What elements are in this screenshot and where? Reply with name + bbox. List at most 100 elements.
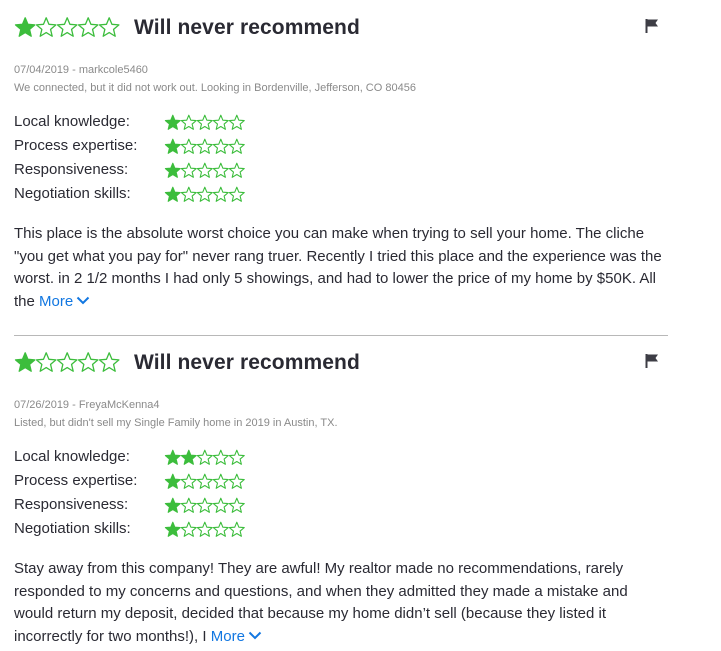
review-header: Will never recommend bbox=[14, 14, 668, 44]
star-filled-icon bbox=[164, 162, 181, 178]
star-filled-icon bbox=[164, 473, 181, 489]
star-empty-icon bbox=[35, 17, 57, 37]
rating-stars bbox=[164, 520, 246, 538]
star-filled-icon bbox=[164, 521, 181, 537]
flag-icon[interactable] bbox=[644, 353, 660, 369]
more-label: More bbox=[39, 292, 74, 310]
star-empty-icon bbox=[228, 449, 245, 465]
review-header: Will never recommend bbox=[14, 349, 668, 379]
star-empty-icon bbox=[228, 521, 245, 537]
star-empty-icon bbox=[180, 114, 197, 130]
rating-stars bbox=[164, 161, 246, 179]
star-empty-icon bbox=[180, 497, 197, 513]
rating-row-local-knowledge: Local knowledge: bbox=[14, 112, 668, 136]
star-empty-icon bbox=[228, 186, 245, 202]
review-headline: Will never recommend bbox=[134, 351, 360, 374]
rating-label: Responsiveness: bbox=[14, 496, 129, 513]
rating-row-negotiation-skills: Negotiation skills: bbox=[14, 519, 668, 543]
chevron-down-icon bbox=[248, 625, 262, 648]
review-body: Stay away from this company! They are aw… bbox=[14, 558, 668, 648]
star-empty-icon bbox=[228, 497, 245, 513]
star-empty-icon bbox=[212, 473, 229, 489]
star-filled-icon bbox=[164, 497, 181, 513]
overall-star-rating bbox=[14, 16, 121, 38]
star-filled-icon bbox=[164, 186, 181, 202]
star-empty-icon bbox=[56, 17, 78, 37]
review-text: This place is the absolute worst choice … bbox=[14, 225, 662, 310]
rating-stars bbox=[164, 137, 246, 155]
rating-label: Responsiveness: bbox=[14, 161, 129, 178]
star-filled-icon bbox=[164, 138, 181, 154]
star-empty-icon bbox=[180, 162, 197, 178]
star-filled-icon bbox=[14, 352, 36, 372]
chevron-down-icon bbox=[76, 290, 90, 313]
rating-row-local-knowledge: Local knowledge: bbox=[14, 447, 668, 471]
review-date-user: 07/26/2019 - FreyaMcKenna4 bbox=[14, 399, 160, 411]
star-empty-icon bbox=[180, 138, 197, 154]
star-empty-icon bbox=[228, 162, 245, 178]
review-context: We connected, but it did not work out. L… bbox=[14, 82, 416, 94]
review-meta: 07/26/2019 - FreyaMcKenna4 Listed, but d… bbox=[14, 396, 668, 432]
star-empty-icon bbox=[196, 473, 213, 489]
star-empty-icon bbox=[228, 473, 245, 489]
star-empty-icon bbox=[212, 449, 229, 465]
rating-row-responsiveness: Responsiveness: bbox=[14, 495, 668, 519]
star-empty-icon bbox=[35, 352, 57, 372]
star-empty-icon bbox=[77, 352, 99, 372]
star-empty-icon bbox=[212, 162, 229, 178]
star-empty-icon bbox=[196, 449, 213, 465]
star-empty-icon bbox=[77, 17, 99, 37]
star-empty-icon bbox=[196, 162, 213, 178]
review-card: Will never recommend 07/04/2019 - markco… bbox=[14, 14, 668, 313]
star-empty-icon bbox=[98, 17, 120, 37]
overall-star-rating bbox=[14, 351, 121, 373]
star-empty-icon bbox=[212, 138, 229, 154]
review-context: Listed, but didn't sell my Single Family… bbox=[14, 417, 338, 429]
star-empty-icon bbox=[98, 352, 120, 372]
review-date-user: 07/04/2019 - markcole5460 bbox=[14, 64, 148, 76]
star-empty-icon bbox=[212, 114, 229, 130]
rating-stars bbox=[164, 113, 246, 131]
review-headline: Will never recommend bbox=[134, 16, 360, 39]
review-body: This place is the absolute worst choice … bbox=[14, 223, 668, 313]
star-empty-icon bbox=[212, 186, 229, 202]
star-empty-icon bbox=[180, 521, 197, 537]
star-empty-icon bbox=[180, 186, 197, 202]
review-card: Will never recommend 07/26/2019 - FreyaM… bbox=[14, 349, 668, 648]
rating-label: Local knowledge: bbox=[14, 113, 130, 130]
star-empty-icon bbox=[196, 497, 213, 513]
star-empty-icon bbox=[196, 138, 213, 154]
star-empty-icon bbox=[196, 186, 213, 202]
star-empty-icon bbox=[212, 521, 229, 537]
star-empty-icon bbox=[180, 473, 197, 489]
more-label: More bbox=[210, 627, 245, 645]
star-empty-icon bbox=[212, 497, 229, 513]
more-link[interactable]: More bbox=[211, 628, 262, 645]
rating-label: Process expertise: bbox=[14, 137, 138, 154]
star-filled-icon bbox=[164, 449, 181, 465]
rating-row-responsiveness: Responsiveness: bbox=[14, 160, 668, 184]
rating-label: Local knowledge: bbox=[14, 448, 130, 465]
star-filled-icon bbox=[14, 17, 36, 37]
more-link[interactable]: More bbox=[39, 293, 90, 310]
star-empty-icon bbox=[228, 138, 245, 154]
review-meta: 07/04/2019 - markcole5460 We connected, … bbox=[14, 61, 668, 97]
flag-icon[interactable] bbox=[644, 18, 660, 34]
rating-row-process-expertise: Process expertise: bbox=[14, 471, 668, 495]
rating-row-process-expertise: Process expertise: bbox=[14, 136, 668, 160]
rating-stars bbox=[164, 496, 246, 514]
star-empty-icon bbox=[228, 114, 245, 130]
star-filled-icon bbox=[180, 449, 197, 465]
star-empty-icon bbox=[196, 114, 213, 130]
star-empty-icon bbox=[56, 352, 78, 372]
rating-label: Process expertise: bbox=[14, 472, 138, 489]
rating-label: Negotiation skills: bbox=[14, 185, 131, 202]
rating-label: Negotiation skills: bbox=[14, 520, 131, 537]
rating-stars bbox=[164, 472, 246, 490]
sub-ratings: Local knowledge: Process expertise: Resp… bbox=[14, 447, 668, 543]
star-empty-icon bbox=[196, 521, 213, 537]
rating-stars bbox=[164, 185, 246, 203]
rating-stars bbox=[164, 448, 246, 466]
rating-row-negotiation-skills: Negotiation skills: bbox=[14, 184, 668, 208]
review-divider bbox=[14, 335, 668, 336]
